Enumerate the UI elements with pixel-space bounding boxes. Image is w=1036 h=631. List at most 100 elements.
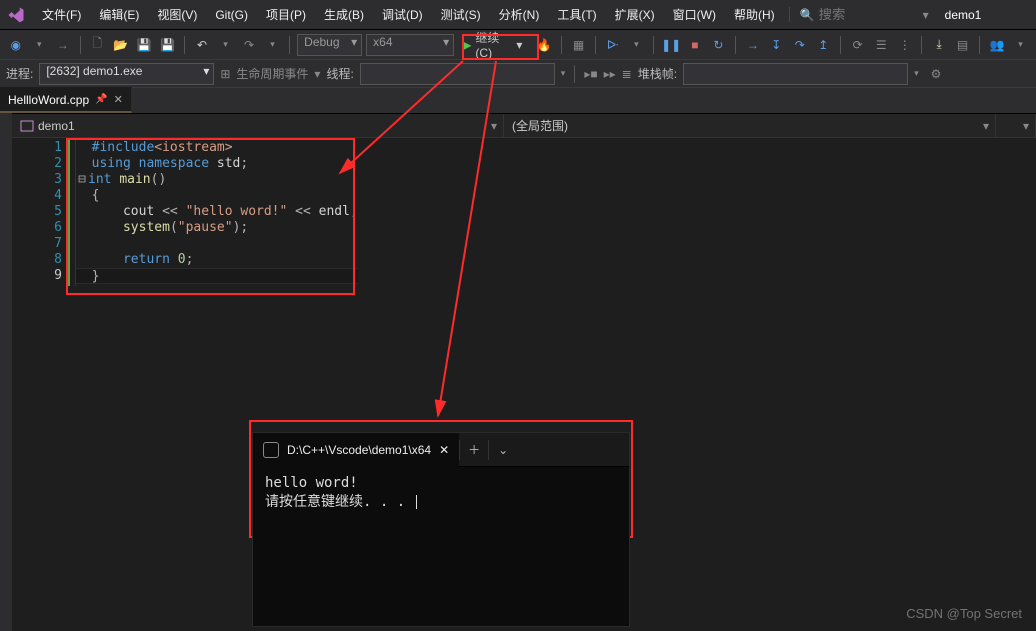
vs-logo-icon bbox=[6, 5, 26, 25]
menu-file[interactable]: 文件(F) bbox=[34, 2, 89, 27]
stack-dd[interactable]: ▾ bbox=[914, 68, 919, 79]
process-toolbar: 进程: [2632] demo1.exe ⊞ 生命周期事件 ▾ 线程: ▾ ▸■… bbox=[0, 60, 1036, 88]
separator bbox=[979, 36, 980, 54]
flag-icon[interactable]: ▸■ bbox=[584, 67, 597, 81]
code-editor[interactable]: 1 2 3 4 5 6 7 8 9 #include<iostream> usi… bbox=[12, 138, 1036, 286]
platform-select[interactable]: x64 bbox=[366, 34, 454, 56]
lists-button[interactable]: ☰ bbox=[871, 34, 891, 56]
menu-project[interactable]: 项目(P) bbox=[258, 2, 314, 27]
hot-reload-button[interactable]: 🔥 bbox=[534, 34, 554, 56]
show-next-button[interactable]: → bbox=[743, 34, 763, 56]
line-number: 6 bbox=[12, 220, 62, 236]
pause-button[interactable]: ❚❚ bbox=[661, 34, 681, 56]
separator bbox=[921, 36, 922, 54]
config-select[interactable]: Debug bbox=[297, 34, 362, 56]
continue-dropdown[interactable]: ▾ bbox=[516, 38, 522, 52]
menu-test[interactable]: 测试(S) bbox=[433, 2, 489, 27]
continue-label: 继续(C) bbox=[475, 29, 508, 60]
scope-global-select[interactable]: (全局范围) bbox=[504, 114, 996, 137]
console-line: hello word! bbox=[265, 475, 617, 491]
save-all-button[interactable]: 💾 bbox=[158, 34, 178, 56]
line-number-gutter: 1 2 3 4 5 6 7 8 9 bbox=[12, 138, 68, 286]
console-window: D:\C++\Vscode\demo1\x64 ✕ ＋ ⌄ hello word… bbox=[252, 432, 630, 627]
pin-icon[interactable]: 📌 bbox=[95, 94, 107, 105]
scope-project-select[interactable]: demo1 bbox=[12, 114, 504, 137]
menu-debug[interactable]: 调试(D) bbox=[374, 2, 431, 27]
open-button[interactable]: 📂 bbox=[111, 34, 131, 56]
stackframe-select[interactable] bbox=[683, 63, 908, 85]
thread-dd[interactable]: ▾ bbox=[561, 68, 566, 79]
save-button[interactable]: 💾 bbox=[134, 34, 154, 56]
redo-button[interactable]: ↷ bbox=[239, 34, 259, 56]
separator bbox=[735, 36, 736, 54]
menu-git[interactable]: Git(G) bbox=[207, 4, 256, 26]
restart-button[interactable]: ↻ bbox=[709, 34, 729, 56]
stackframe-label: 堆栈帧: bbox=[638, 65, 677, 82]
new-tab-button[interactable]: ＋ bbox=[460, 441, 488, 458]
apply-changes-button[interactable]: ⟳ bbox=[848, 34, 868, 56]
main-toolbar: ◉ ▾ → 🗋 📂 💾 💾 ↶ ▾ ↷ ▾ Debug x64 ▶ 继续(C) … bbox=[0, 30, 1036, 60]
step-into-button[interactable]: ↧ bbox=[767, 34, 787, 56]
lifecycle-icon[interactable]: ⊞ bbox=[220, 67, 230, 81]
menu-tools[interactable]: 工具(T) bbox=[549, 2, 604, 27]
console-tab-bar: D:\C++\Vscode\demo1\x64 ✕ ＋ ⌄ bbox=[253, 433, 629, 467]
file-tab-helloword[interactable]: HellloWord.cpp 📌 ✕ bbox=[0, 87, 132, 113]
step-in-button[interactable]: ᐓ bbox=[603, 34, 623, 56]
line-number: 5 bbox=[12, 204, 62, 220]
solution-name: demo1 bbox=[931, 8, 996, 22]
search-icon: 🔍 bbox=[800, 8, 815, 22]
scope-global-label: (全局范围) bbox=[512, 117, 568, 134]
step-over-button[interactable]: ↷ bbox=[790, 34, 810, 56]
line-number: 1 bbox=[12, 140, 62, 156]
watermark: CSDN @Top Secret bbox=[906, 606, 1022, 621]
menu-extensions[interactable]: 扩展(X) bbox=[607, 2, 663, 27]
stop-button[interactable]: ■ bbox=[685, 34, 705, 56]
search-box[interactable]: 🔍 ▾ bbox=[789, 7, 929, 22]
tab-menu-button[interactable]: ⌄ bbox=[489, 443, 517, 457]
lifecycle-label: 生命周期事件 bbox=[236, 65, 308, 82]
flags-icon[interactable]: ▸▸ bbox=[604, 67, 616, 81]
nav-back-dd[interactable]: ▾ bbox=[30, 34, 50, 56]
step-dd[interactable]: ▾ bbox=[627, 34, 647, 56]
menu-window[interactable]: 窗口(W) bbox=[665, 2, 724, 27]
close-icon[interactable]: ✕ bbox=[114, 93, 123, 106]
nav-back-button[interactable]: ◉ bbox=[6, 34, 26, 56]
menu-build[interactable]: 生成(B) bbox=[316, 2, 372, 27]
menu-help[interactable]: 帮助(H) bbox=[726, 2, 783, 27]
undo-dd[interactable]: ▾ bbox=[216, 34, 236, 56]
threads-button[interactable]: ▤ bbox=[953, 34, 973, 56]
line-number: 8 bbox=[12, 252, 62, 268]
console-tab[interactable]: D:\C++\Vscode\demo1\x64 ✕ bbox=[253, 433, 459, 467]
nav-fwd-button[interactable]: → bbox=[53, 34, 73, 56]
fold-icon[interactable]: ⊟ bbox=[76, 172, 88, 187]
scope-member-select[interactable] bbox=[996, 114, 1036, 137]
line-number: 2 bbox=[12, 156, 62, 172]
undo-button[interactable]: ↶ bbox=[192, 34, 212, 56]
group-dd[interactable]: ▾ bbox=[1011, 34, 1031, 56]
project-icon bbox=[20, 119, 34, 133]
thread-select[interactable] bbox=[360, 63, 555, 85]
step-out-button[interactable]: ↥ bbox=[814, 34, 834, 56]
run-to-cursor-button[interactable]: ⤓ bbox=[929, 34, 949, 56]
new-item-button[interactable]: 🗋 bbox=[87, 34, 107, 56]
menu-view[interactable]: 视图(V) bbox=[149, 2, 205, 27]
continue-button[interactable]: ▶ 继续(C) ▾ bbox=[458, 34, 530, 56]
console-output[interactable]: hello word! 请按任意键继续. . . bbox=[253, 467, 629, 626]
code-area[interactable]: #include<iostream> using namespace std; … bbox=[76, 138, 358, 286]
lifecycle-dd[interactable]: ▾ bbox=[314, 67, 320, 81]
search-input[interactable] bbox=[819, 7, 919, 22]
play-icon: ▶ bbox=[462, 38, 471, 52]
menu-edit[interactable]: 编辑(E) bbox=[91, 2, 147, 27]
menu-analyze[interactable]: 分析(N) bbox=[491, 2, 548, 27]
close-icon[interactable]: ✕ bbox=[439, 443, 449, 457]
misc-button[interactable]: ⋮ bbox=[895, 34, 915, 56]
cursor bbox=[416, 495, 417, 509]
attach-button[interactable]: ▦ bbox=[569, 34, 589, 56]
redo-dd[interactable]: ▾ bbox=[263, 34, 283, 56]
terminal-icon bbox=[263, 442, 279, 458]
process-select[interactable]: [2632] demo1.exe bbox=[39, 63, 214, 85]
process-label: 进程: bbox=[6, 65, 33, 82]
group-button[interactable]: 👥 bbox=[987, 34, 1007, 56]
tools-dd[interactable]: ⚙ bbox=[931, 67, 942, 81]
line-number: 9 bbox=[12, 268, 62, 284]
